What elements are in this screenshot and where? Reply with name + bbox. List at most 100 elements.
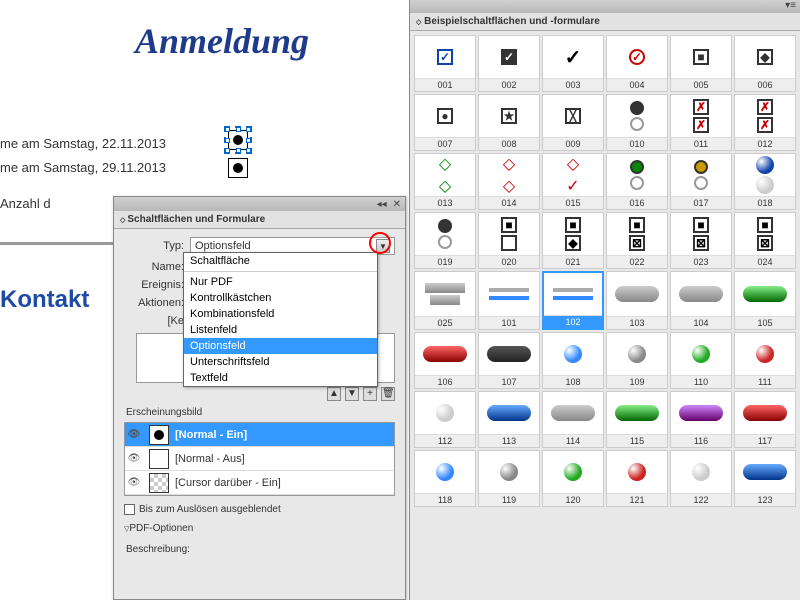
library-item-105[interactable]: 105	[734, 271, 796, 330]
library-item-caption: 012	[735, 137, 795, 150]
library-item-118[interactable]: 118	[414, 450, 476, 507]
library-item-024[interactable]: ■⊠024	[734, 212, 796, 269]
library-item-106[interactable]: 106	[414, 332, 476, 389]
library-item-005[interactable]: ■005	[670, 35, 732, 92]
dropdown-item[interactable]: Kombinationsfeld	[184, 306, 377, 322]
library-item-101[interactable]: 101	[478, 271, 540, 330]
library-item-001[interactable]: ✓001	[414, 35, 476, 92]
library-item-122[interactable]: 122	[670, 450, 732, 507]
library-item-020[interactable]: ■020	[478, 212, 540, 269]
library-item-019[interactable]: 019	[414, 212, 476, 269]
typ-label: Typ:	[124, 240, 184, 252]
library-item-015[interactable]: ◇✓015	[542, 153, 604, 210]
delete-button[interactable]: 🗑	[381, 387, 395, 401]
dropdown-arrow-icon[interactable]: ▼	[376, 239, 390, 253]
library-item-caption: 103	[607, 316, 667, 329]
visibility-icon[interactable]: 👁	[125, 477, 143, 488]
library-item-010[interactable]: 010	[606, 94, 668, 151]
visibility-icon[interactable]: 👁	[125, 453, 143, 464]
library-item-caption: 112	[415, 434, 475, 447]
library-item-111[interactable]: 111	[734, 332, 796, 389]
appearance-label: [Normal - Ein]	[175, 429, 247, 441]
radio-field-2[interactable]	[228, 158, 248, 178]
library-item-016[interactable]: 016	[606, 153, 668, 210]
library-item-021[interactable]: ■◆021	[542, 212, 604, 269]
typ-dropdown-list[interactable]: Schaltfläche Nur PDFKontrollkästchenKombi…	[183, 252, 378, 387]
library-item-011[interactable]: ✗✗011	[670, 94, 732, 151]
library-item-119[interactable]: 119	[478, 450, 540, 507]
library-item-002[interactable]: ✓002	[478, 35, 540, 92]
library-item-112[interactable]: 112	[414, 391, 476, 448]
library-item-caption: 104	[671, 316, 731, 329]
library-header[interactable]: ▾≡	[410, 0, 800, 13]
radio-field-selected[interactable]	[228, 130, 248, 150]
library-item-123[interactable]: 123	[734, 450, 796, 507]
library-item-018[interactable]: 018	[734, 153, 796, 210]
dropdown-item[interactable]: Unterschriftsfeld	[184, 354, 377, 370]
dropdown-item[interactable]: Nur PDF	[184, 274, 377, 290]
visibility-icon[interactable]: 👁	[125, 429, 143, 440]
library-grid: ✓001✓002✓003✓004■005◆006●007★008╳009010✗…	[410, 31, 800, 511]
panel-menu-icon[interactable]: ▾≡	[785, 0, 796, 13]
library-item-003[interactable]: ✓003	[542, 35, 604, 92]
panel-close-icon[interactable]: ✕	[393, 199, 401, 210]
library-item-caption: 014	[479, 196, 539, 209]
appearance-row[interactable]: 👁[Normal - Aus]	[125, 447, 394, 471]
library-item-025[interactable]: 025	[414, 271, 476, 330]
move-up-button[interactable]: ▲	[327, 387, 341, 401]
library-item-114[interactable]: 114	[542, 391, 604, 448]
library-item-009[interactable]: ╳009	[542, 94, 604, 151]
description-label: Beschreibung:	[126, 544, 395, 555]
library-item-117[interactable]: 117	[734, 391, 796, 448]
library-item-007[interactable]: ●007	[414, 94, 476, 151]
dropdown-item[interactable]: Listenfeld	[184, 322, 377, 338]
appearance-label: Erscheinungsbild	[126, 407, 395, 418]
library-item-014[interactable]: ◇◇014	[478, 153, 540, 210]
panel-header[interactable]: ◂◂ ✕	[114, 197, 405, 211]
library-item-008[interactable]: ★008	[478, 94, 540, 151]
library-item-109[interactable]: 109	[606, 332, 668, 389]
library-item-013[interactable]: ◇◇013	[414, 153, 476, 210]
library-item-017[interactable]: 017	[670, 153, 732, 210]
library-item-022[interactable]: ■⊠022	[606, 212, 668, 269]
appearance-list[interactable]: 👁 [Normal - Ein] 👁[Normal - Aus]👁[Cursor d…	[124, 422, 395, 496]
library-tab[interactable]: ◇ Beispielschaltflächen und -formulare	[410, 13, 800, 31]
library-item-120[interactable]: 120	[542, 450, 604, 507]
library-item-caption: 001	[415, 78, 475, 91]
name-label: Name:	[124, 261, 184, 273]
library-item-caption: 005	[671, 78, 731, 91]
dropdown-item[interactable]: Optionsfeld	[184, 338, 377, 354]
library-item-108[interactable]: 108	[542, 332, 604, 389]
library-item-103[interactable]: 103	[606, 271, 668, 330]
library-item-116[interactable]: 116	[670, 391, 732, 448]
library-item-121[interactable]: 121	[606, 450, 668, 507]
panel-tab[interactable]: ◇Schaltflächen und Formulare	[114, 211, 405, 229]
library-item-caption: 113	[479, 434, 539, 447]
library-item-caption: 015	[543, 196, 603, 209]
checkbox-icon[interactable]	[124, 504, 135, 515]
appearance-row[interactable]: 👁 [Normal - Ein]	[125, 423, 394, 447]
library-item-caption: 008	[479, 137, 539, 150]
appearance-row[interactable]: 👁[Cursor darüber - Ein]	[125, 471, 394, 495]
add-button[interactable]: +	[363, 387, 377, 401]
dropdown-item[interactable]: Textfeld	[184, 370, 377, 386]
library-item-006[interactable]: ◆006	[734, 35, 796, 92]
move-down-button[interactable]: ▼	[345, 387, 359, 401]
library-item-110[interactable]: 110	[670, 332, 732, 389]
library-item-012[interactable]: ✗✗012	[734, 94, 796, 151]
library-item-115[interactable]: 115	[606, 391, 668, 448]
library-item-004[interactable]: ✓004	[606, 35, 668, 92]
library-item-caption: 105	[735, 316, 795, 329]
library-item-102[interactable]: 102	[542, 271, 604, 330]
panel-collapse-icon[interactable]: ◂◂	[377, 199, 387, 210]
library-item-113[interactable]: 113	[478, 391, 540, 448]
library-item-caption: 006	[735, 78, 795, 91]
hide-until-trigger-row[interactable]: Bis zum Auslösen ausgeblendet	[124, 504, 395, 515]
dropdown-item[interactable]: Kontrollkästchen	[184, 290, 377, 306]
library-item-104[interactable]: 104	[670, 271, 732, 330]
library-item-107[interactable]: 107	[478, 332, 540, 389]
pdf-options-toggle[interactable]: ▽PDF-Optionen	[124, 523, 395, 534]
library-item-023[interactable]: ■⊠023	[670, 212, 732, 269]
dropdown-item[interactable]: Schaltfläche	[184, 253, 377, 269]
library-item-caption: 021	[543, 255, 603, 268]
